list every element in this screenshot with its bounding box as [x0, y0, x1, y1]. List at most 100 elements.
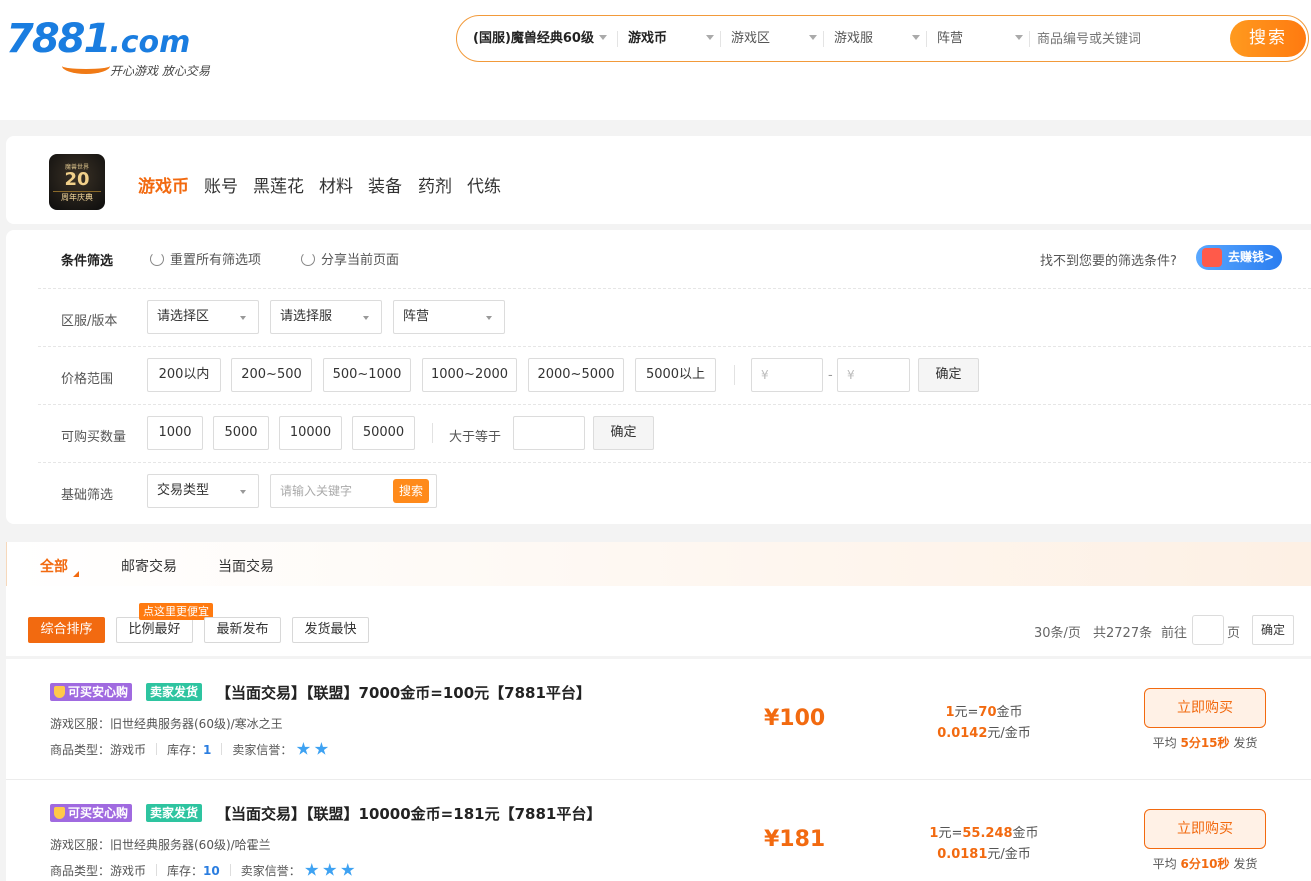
sort-best-ratio-button[interactable]: 比例最好	[116, 617, 193, 643]
filter-title: 条件筛选	[61, 254, 114, 269]
category-tab-materials[interactable]: 材料	[319, 172, 353, 197]
type-select[interactable]: 游戏币	[628, 16, 720, 61]
category-tab-potions[interactable]: 药剂	[418, 172, 452, 197]
quantity-chip[interactable]: 50000	[352, 416, 415, 450]
chevron-down-icon	[809, 35, 817, 40]
goto-label: 前往	[1161, 626, 1188, 641]
reset-filters-link[interactable]: 重置所有筛选项	[150, 249, 261, 268]
quantity-chip[interactable]: 5000	[213, 416, 269, 450]
unit-price-value: 0.0142	[937, 726, 988, 741]
category-tab-currency[interactable]: 游戏币	[138, 172, 189, 197]
divider	[926, 31, 927, 47]
faction-select[interactable]: 阵营	[937, 16, 1029, 61]
ship-time: 6分10秒	[1180, 857, 1230, 871]
min-price-input[interactable]: ¥	[751, 358, 823, 392]
safe-buy-badge: 可买安心购	[50, 683, 133, 701]
unit-price-unit: 元/金币	[987, 847, 1031, 862]
keyword-search-button[interactable]: 搜索	[393, 479, 429, 503]
sort-newest-button[interactable]: 最新发布	[204, 617, 281, 643]
game-logo-icon[interactable]: 魔兽世界 20 周年庆典	[49, 154, 105, 210]
rate-gold: 55.248	[962, 826, 1013, 841]
price-confirm-button[interactable]: 确定	[918, 358, 979, 392]
stock-label: 库存：	[167, 864, 204, 878]
price-chip[interactable]: 200以内	[147, 358, 221, 392]
faction-dropdown[interactable]: 阵营	[393, 300, 505, 334]
sort-default-button[interactable]: 综合排序	[28, 617, 105, 643]
ship-suffix: 发货	[1229, 736, 1258, 750]
quantity-chip[interactable]: 10000	[279, 416, 342, 450]
listing-title[interactable]: 【当面交易】【联盟】10000金币=181元【7881平台】	[216, 803, 601, 824]
sort-fastest-button[interactable]: 发货最快	[292, 617, 369, 643]
tab-mail-trade[interactable]: 邮寄交易	[121, 556, 177, 576]
chevron-down-icon	[912, 35, 920, 40]
search-button[interactable]: 搜索	[1230, 20, 1306, 57]
trade-type-dropdown[interactable]: 交易类型	[147, 474, 259, 508]
category-bar: 魔兽世界 20 周年庆典 游戏币 账号 黑莲花 材料 装备 药剂 代练	[6, 136, 1311, 224]
filter-panel: 条件筛选 重置所有筛选项 分享当前页面 找不到您要的筛选条件? 去赚钱> 区服/…	[6, 230, 1311, 524]
tab-all[interactable]: 全部	[40, 556, 68, 576]
filter-not-found-text: 找不到您要的筛选条件?	[1040, 254, 1177, 269]
zone-dropdown-value: 请选择区	[157, 309, 210, 324]
per-page-text[interactable]: 30条/页	[1034, 622, 1081, 641]
quantity-chip[interactable]: 1000	[147, 416, 203, 450]
server-dropdown[interactable]: 请选择服	[270, 300, 382, 334]
star-icon	[341, 863, 355, 876]
reset-filters-label: 重置所有筛选项	[170, 253, 262, 268]
max-price-input[interactable]: ¥	[837, 358, 910, 392]
star-icon	[296, 742, 311, 755]
divider	[1029, 31, 1030, 47]
zone-dropdown[interactable]: 请选择区	[147, 300, 259, 334]
divider	[38, 404, 1311, 405]
game-select[interactable]: (国服)魔兽经典60级	[473, 16, 613, 61]
page-number-input[interactable]	[1192, 615, 1224, 645]
server-select-value: 游戏服	[834, 31, 874, 46]
chevron-down-icon	[599, 35, 607, 40]
category-tab-account[interactable]: 账号	[204, 172, 238, 197]
ship-prefix: 平均	[1152, 857, 1181, 871]
listing-server: 游戏区服：旧世经典服务器(60级)/哈霍兰	[50, 838, 271, 852]
total-count: 共2727条	[1093, 626, 1153, 641]
trade-type-tabs: 全部 邮寄交易 当面交易	[6, 542, 1311, 586]
price-chip[interactable]: 1000~2000	[422, 358, 517, 392]
buy-now-button[interactable]: 立即购买	[1144, 688, 1266, 728]
type-value: 游戏币	[110, 743, 147, 757]
category-tab-equipment[interactable]: 装备	[368, 172, 402, 197]
buy-now-button[interactable]: 立即购买	[1144, 809, 1266, 849]
min-quantity-input[interactable]	[513, 416, 585, 450]
unit-price-value: 0.0181	[937, 847, 988, 862]
star-icon	[323, 863, 337, 876]
price-chip[interactable]: 2000~5000	[528, 358, 624, 392]
chevron-down-icon	[240, 490, 246, 494]
divider	[617, 31, 618, 47]
zone-select[interactable]: 游戏区	[731, 16, 823, 61]
goto-page-button[interactable]: 确定	[1252, 615, 1294, 645]
price-chip[interactable]: 500~1000	[323, 358, 411, 392]
divider	[38, 288, 1311, 289]
divider	[221, 743, 223, 755]
rate-gold: 70	[978, 705, 997, 720]
seller-credit-stars	[292, 742, 329, 757]
safe-buy-label: 可买安心购	[68, 685, 129, 699]
site-logo[interactable]: 7881.com 开心游戏 放心交易	[6, 16, 236, 82]
quantity-confirm-button[interactable]: 确定	[593, 416, 654, 450]
share-icon	[301, 252, 315, 266]
divider	[38, 346, 1311, 347]
quantity-label: 可购买数量	[61, 430, 127, 445]
category-tab-boosting[interactable]: 代练	[467, 172, 501, 197]
share-page-link[interactable]: 分享当前页面	[301, 249, 399, 268]
sort-bar: 综合排序 比例最好 点这里更便宜 最新发布 发货最快 30条/页 共2727条 …	[6, 586, 1311, 656]
price-chip[interactable]: 5000以上	[635, 358, 716, 392]
credit-label: 卖家信誉：	[232, 743, 293, 757]
ship-prefix: 平均	[1152, 736, 1181, 750]
seller-ship-badge: 卖家发货	[146, 683, 203, 701]
tab-face-trade[interactable]: 当面交易	[218, 556, 274, 576]
earn-money-button[interactable]: 去赚钱>	[1196, 245, 1282, 270]
price-chip[interactable]: 200~500	[231, 358, 312, 392]
credit-label: 卖家信誉：	[240, 864, 301, 878]
keyword-search-input[interactable]	[1037, 24, 1227, 54]
category-tab-black-lotus[interactable]: 黑莲花	[253, 172, 304, 197]
server-select[interactable]: 游戏服	[834, 16, 926, 61]
listing-title[interactable]: 【当面交易】【联盟】7000金币=100元【7881平台】	[216, 682, 591, 703]
earn-money-label: 去赚钱>	[1228, 250, 1275, 264]
stock-value: 1	[203, 743, 212, 757]
